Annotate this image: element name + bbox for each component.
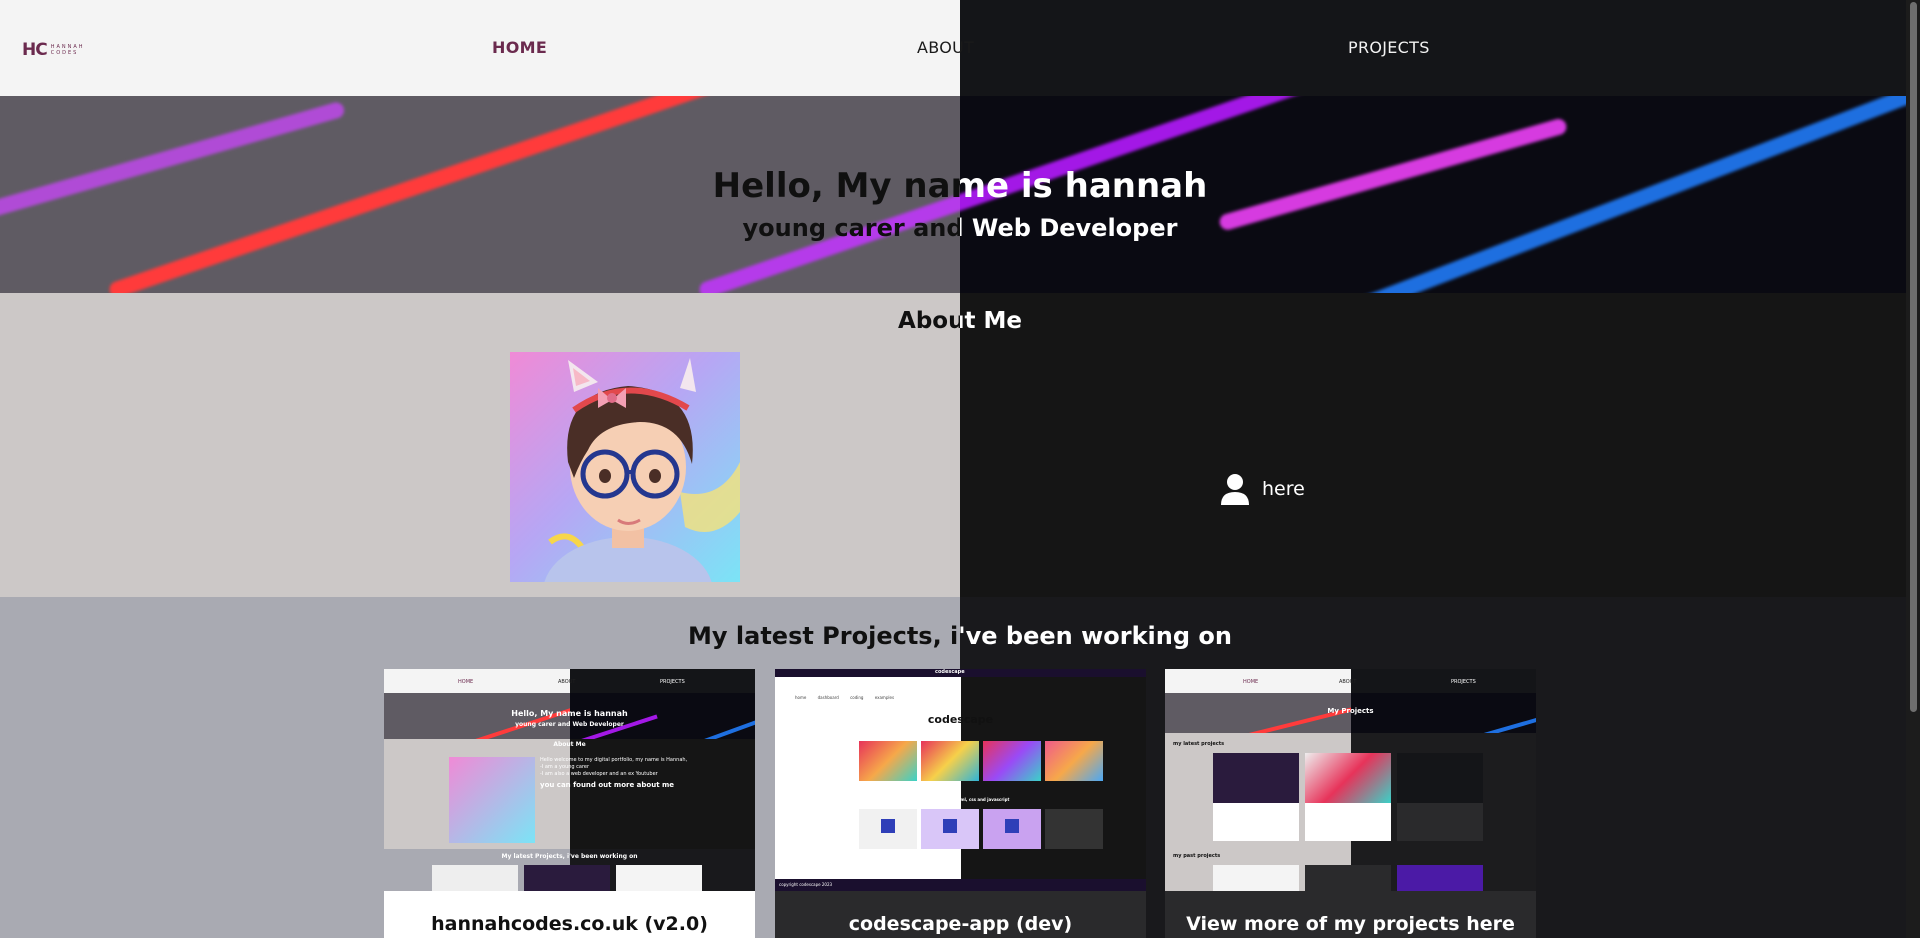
mini-nav-projects: PROJECTS (660, 679, 685, 685)
mini-about-text: Hello welcome to my digital portfolio, m… (540, 757, 687, 778)
nav-link-about[interactable]: ABOUT (917, 38, 974, 57)
mini-nav-home: HOME (458, 679, 474, 685)
avatar-portrait (510, 352, 740, 582)
mini-about-line-3: -I am also a web developer and an ex You… (540, 771, 658, 777)
mini-codescape-title: codescape (927, 713, 994, 726)
mini-hero-subtitle: young carer and Web Developer (515, 721, 624, 728)
mini-about-line-2: -I am a young carer (540, 764, 590, 770)
mini-hero-title: Hello, My name is hannah (511, 709, 628, 718)
project-card-label[interactable]: hannahcodes.co.uk (v2.0) (384, 913, 755, 935)
here-link-label: here (1262, 478, 1305, 500)
project-card-footer: codescape-app (dev) (775, 891, 1146, 938)
mini-codescape-tab-dashboard: dashboard (817, 695, 839, 700)
mini-nav-about: ABOUT (558, 679, 576, 685)
nav-background-dark (960, 0, 1920, 96)
nav-background-light (0, 0, 960, 96)
page-scrollbar[interactable] (1906, 0, 1920, 938)
portfolio-screenshot: HOME ABOUT PROJECTS Hello, My name is ha… (384, 669, 755, 891)
project-card-label[interactable]: View more of my projects here (1165, 913, 1536, 935)
about-section: About Me About Me Hello welcome to my di (0, 293, 1920, 597)
mini3-nav-home: HOME (1243, 679, 1259, 685)
mini-codescape-section: beginners guide to html, css and javascr… (911, 797, 1010, 802)
mini-codescape-tab-examples: coding examples (850, 695, 895, 700)
mini-codescape-tabs: home dashboard coding examples (795, 695, 894, 700)
nav-link-projects[interactable]: PROJECTS (1348, 38, 1430, 57)
logo-initials: HC (22, 40, 48, 60)
avatar-illustration (544, 358, 740, 582)
mini-about-title: About Me (553, 741, 586, 748)
about-background-light (0, 293, 960, 597)
mini-about-more: you can found out more about me (540, 781, 675, 789)
project-card-label[interactable]: codescape-app (dev) (775, 913, 1146, 935)
projects-section: My latest Projects, i've been working on… (0, 597, 1920, 938)
mini-avatar (449, 757, 535, 843)
hero-banner: Hello, My name is hannah Hello, My name … (0, 96, 1920, 293)
project-card-codescape[interactable]: codescape home dashboard coding examples… (775, 669, 1146, 938)
mini-projects-title: My latest Projects, i've been working on (501, 853, 638, 860)
mini-codescape-tab-home: home (795, 695, 807, 700)
project-card-portfolio[interactable]: HOME ABOUT PROJECTS Hello, My name is ha… (384, 669, 755, 938)
about-here-link[interactable]: here (1220, 473, 1305, 505)
codescape-screenshot: codescape home dashboard coding examples… (775, 669, 1146, 891)
user-icon (1221, 474, 1249, 505)
mini-codescape-footer: copyright codescape 2023 (779, 882, 833, 887)
logo-line-2: CODES (50, 50, 79, 56)
site-logo[interactable]: HC HANNAH CODES (22, 40, 85, 60)
mini3-nav-projects: PROJECTS (1451, 679, 1476, 685)
mini-latest-label: my latest projects (1173, 741, 1225, 747)
project-card-footer: View more of my projects here (1165, 891, 1536, 938)
scrollbar-thumb[interactable] (1910, 2, 1917, 712)
project-card-footer: hannahcodes.co.uk (v2.0) (384, 891, 755, 938)
project-card-view-more[interactable]: HOME ABOUT PROJECTS My Projects my lates… (1165, 669, 1536, 938)
about-background-dark (960, 293, 1920, 597)
mini-projects-page-title: My Projects (1327, 707, 1374, 715)
top-navigation: HC HANNAH CODES HOME ABOUT PROJECTS (0, 0, 1920, 96)
mini-about-line-1: Hello welcome to my digital portfolio, m… (540, 757, 688, 763)
mini-codescape-brand: codescape (935, 669, 965, 675)
mini3-nav-about: ABOUT (1339, 679, 1357, 685)
nav-link-home[interactable]: HOME (492, 38, 547, 57)
mini-past-label: my past projects (1173, 853, 1221, 859)
logo-wordmark: HANNAH CODES (51, 44, 85, 56)
projects-page-screenshot: HOME ABOUT PROJECTS My Projects my lates… (1165, 669, 1536, 891)
